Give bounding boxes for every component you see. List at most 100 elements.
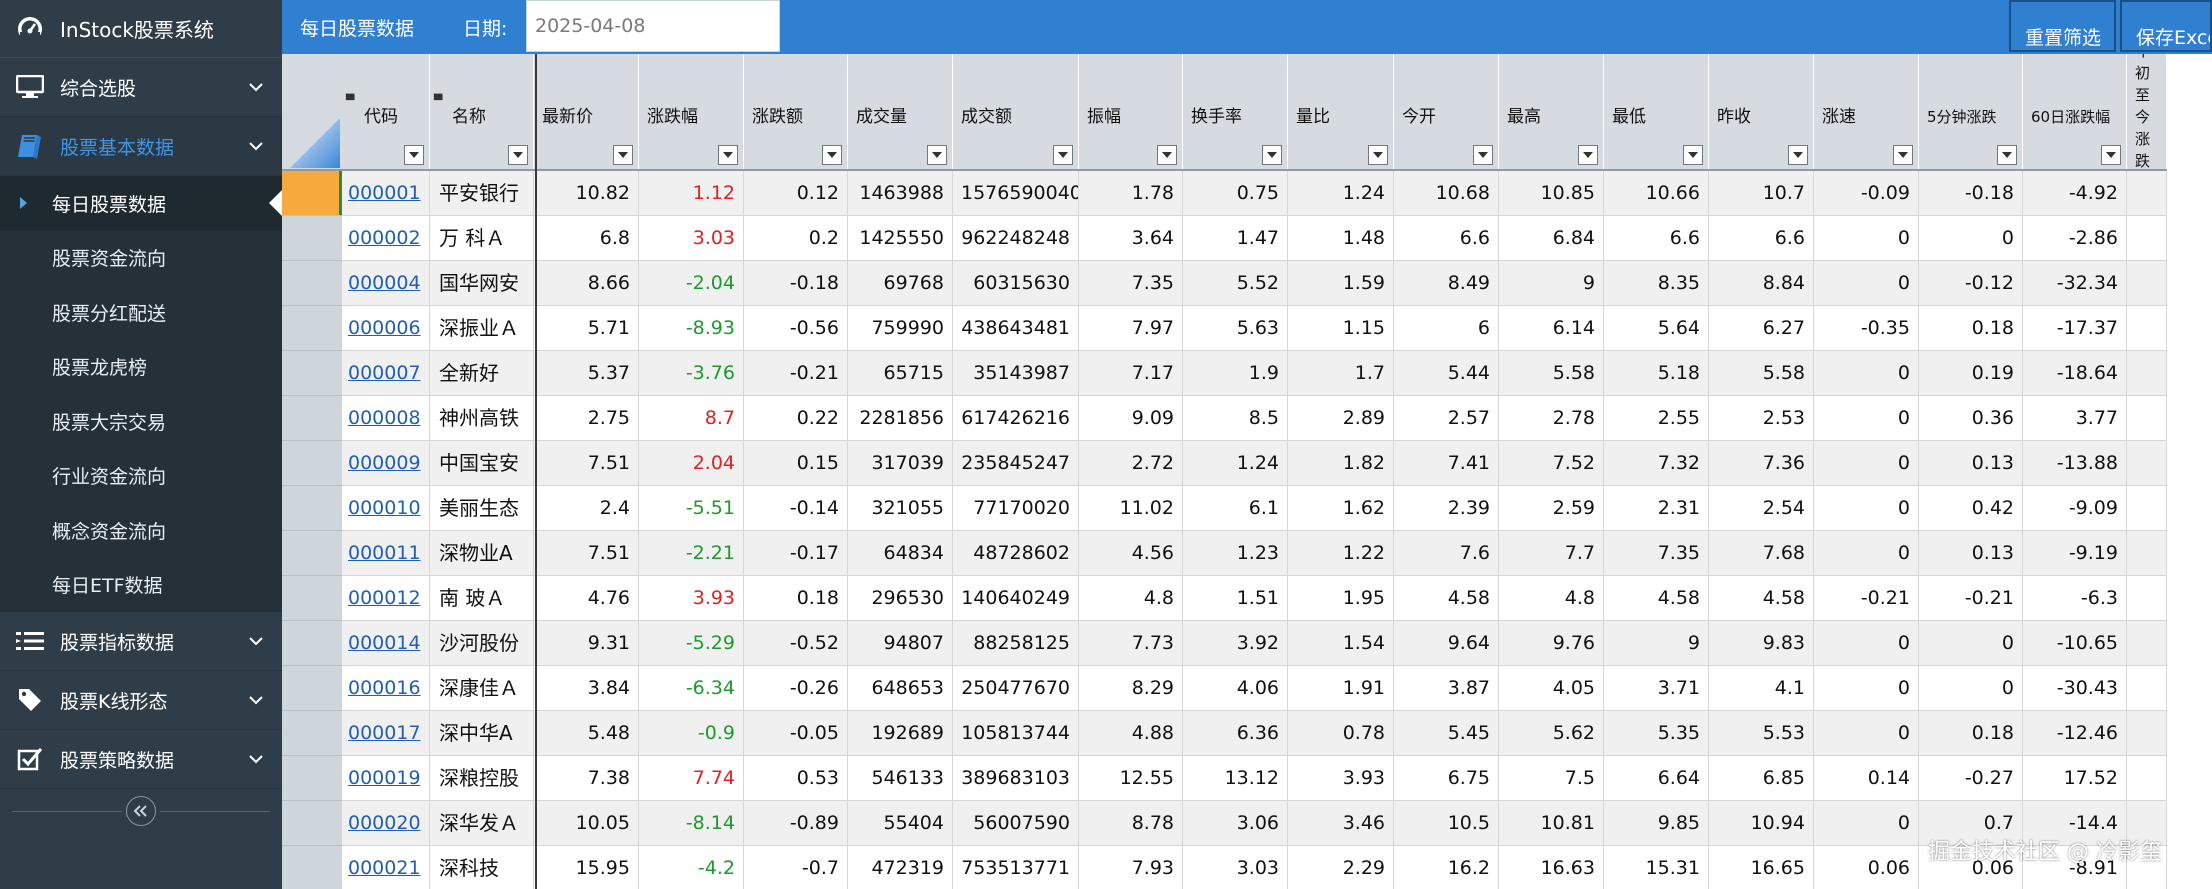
stock-code-link[interactable]: 000001 — [342, 171, 430, 216]
column-header[interactable]: ▀ 名称 — [430, 54, 534, 169]
table-row[interactable]: 000010 美丽生态 2.4 -5.51 -0.14 321055 77170020 11.… — [342, 486, 2167, 531]
column-header[interactable]: ▀ 代码 — [342, 54, 430, 169]
sidebar-item-indicators[interactable]: 股票指标数据 — [0, 612, 282, 671]
table-row[interactable]: 000004 国华网安 8.66 -2.04 -0.18 69768 60315630 7.3… — [342, 261, 2167, 306]
row-header[interactable] — [282, 306, 342, 351]
sidebar-subitem-concept-flow[interactable]: 概念资金流向 — [0, 503, 282, 558]
stock-code-link[interactable]: 000016 — [342, 666, 430, 711]
app-brand[interactable]: InStock股票系统 — [0, 0, 282, 58]
filter-dropdown-icon[interactable] — [1262, 145, 1282, 165]
filter-dropdown-icon[interactable] — [822, 145, 842, 165]
sidebar-subitem-fund-flow[interactable]: 股票资金流向 — [0, 231, 282, 286]
stock-code-link[interactable]: 000008 — [342, 396, 430, 441]
row-header[interactable] — [282, 396, 342, 441]
stock-code-link[interactable]: 000004 — [342, 261, 430, 306]
filter-dropdown-icon[interactable] — [1683, 145, 1703, 165]
stock-code-link[interactable]: 000011 — [342, 531, 430, 576]
filter-dropdown-icon[interactable] — [1368, 145, 1388, 165]
column-header[interactable]: 今开 — [1394, 54, 1499, 169]
table-row[interactable]: 000001 平安银行 10.82 1.12 0.12 1463988 1576590040… — [342, 171, 2167, 216]
filter-dropdown-icon[interactable] — [1893, 145, 1913, 165]
sidebar-item-kline[interactable]: 股票K线形态 — [0, 671, 282, 730]
filter-dropdown-icon[interactable] — [1157, 145, 1177, 165]
sidebar-item-basic-data[interactable]: 股票基本数据 — [0, 117, 282, 176]
column-header[interactable]: 涨速 — [1814, 54, 1919, 169]
column-header[interactable]: 换手率 — [1183, 54, 1288, 169]
row-header[interactable] — [282, 486, 342, 531]
filter-dropdown-icon[interactable] — [718, 145, 738, 165]
sidebar-item-strategy[interactable]: 股票策略数据 — [0, 730, 282, 789]
stock-code-link[interactable]: 000009 — [342, 441, 430, 486]
column-header[interactable]: 成交量 — [848, 54, 953, 169]
row-header[interactable] — [282, 756, 342, 801]
row-header[interactable] — [282, 801, 342, 846]
column-header[interactable]: 涨跌幅 — [639, 54, 744, 169]
grid-corner[interactable] — [282, 54, 342, 171]
row-header[interactable] — [282, 711, 342, 756]
column-header[interactable]: 最低 — [1604, 54, 1709, 169]
table-row[interactable]: 000012 南 玻Ａ 4.76 3.93 0.18 296530 140640249 4.8… — [342, 576, 2167, 621]
stock-code-link[interactable]: 000010 — [342, 486, 430, 531]
table-row[interactable]: 000002 万 科Ａ 6.8 3.03 0.2 1425550 962248248 3.64… — [342, 216, 2167, 261]
table-row[interactable]: 000014 沙河股份 9.31 -5.29 -0.52 94807 88258125 7.7… — [342, 621, 2167, 666]
sidebar-subitem-block-trade[interactable]: 股票大宗交易 — [0, 394, 282, 449]
sidebar-subitem-dividend[interactable]: 股票分红配送 — [0, 285, 282, 340]
table-row[interactable]: 000021 深科技 15.95 -4.2 -0.7 472319 753513771 7.9… — [342, 846, 2167, 889]
filter-dropdown-icon[interactable] — [508, 145, 528, 165]
row-header[interactable] — [282, 846, 342, 889]
row-header[interactable] — [282, 216, 342, 261]
sidebar-subitem-industry-flow[interactable]: 行业资金流向 — [0, 449, 282, 504]
column-header[interactable]: 涨跌额 — [744, 54, 848, 169]
table-row[interactable]: 000019 深粮控股 7.38 7.74 0.53 546133 389683103 12.… — [342, 756, 2167, 801]
column-header[interactable]: 量比 — [1288, 54, 1394, 169]
filter-dropdown-icon[interactable] — [927, 145, 947, 165]
column-header[interactable]: 昨收 — [1709, 54, 1814, 169]
table-row[interactable]: 000006 深振业Ａ 5.71 -8.93 -0.56 759990 438643481 7… — [342, 306, 2167, 351]
table-row[interactable]: 000017 深中华A 5.48 -0.9 -0.05 192689 105813744 4.… — [342, 711, 2167, 756]
column-header[interactable]: 5分钟涨跌 — [1919, 54, 2023, 169]
row-header[interactable] — [282, 261, 342, 306]
stock-code-link[interactable]: 000014 — [342, 621, 430, 666]
sidebar-item-screening[interactable]: 综合选股 — [0, 58, 282, 117]
filter-dropdown-icon[interactable] — [1578, 145, 1598, 165]
column-header[interactable]: 60日涨跌幅 — [2023, 54, 2127, 169]
table-row[interactable]: 000008 神州高铁 2.75 8.7 0.22 2281856 617426216 9.0… — [342, 396, 2167, 441]
column-header[interactable]: 最新价 — [534, 54, 639, 169]
table-row[interactable]: 000011 深物业A 7.51 -2.21 -0.17 64834 48728602 4.5… — [342, 531, 2167, 576]
filter-dropdown-icon[interactable] — [1053, 145, 1073, 165]
table-row[interactable]: 000020 深华发Ａ 10.05 -8.14 -0.89 55404 56007590 8.… — [342, 801, 2167, 846]
save-excel-button[interactable]: 保存Excel — [2120, 0, 2212, 52]
reset-filter-button[interactable]: 重置筛选 — [2009, 0, 2116, 52]
table-row[interactable]: 000016 深康佳Ａ 3.84 -6.34 -0.26 648653 250477670 8… — [342, 666, 2167, 711]
sidebar-subitem-etf[interactable]: 每日ETF数据 — [0, 558, 282, 613]
sidebar-collapse-button[interactable] — [126, 796, 156, 826]
sidebar-subitem-dragon-tiger[interactable]: 股票龙虎榜 — [0, 340, 282, 395]
stock-code-link[interactable]: 000021 — [342, 846, 430, 889]
row-header[interactable] — [282, 666, 342, 711]
stock-code-link[interactable]: 000007 — [342, 351, 430, 396]
date-input[interactable] — [526, 0, 780, 52]
filter-dropdown-icon[interactable] — [1473, 145, 1493, 165]
sidebar-subitem-daily-stock[interactable]: 每日股票数据 — [0, 176, 282, 231]
stock-code-link[interactable]: 000012 — [342, 576, 430, 621]
row-header[interactable] — [282, 171, 342, 216]
column-header[interactable]: 最高 — [1499, 54, 1604, 169]
stock-code-link[interactable]: 000006 — [342, 306, 430, 351]
row-header[interactable] — [282, 531, 342, 576]
filter-dropdown-icon[interactable] — [1997, 145, 2017, 165]
filter-dropdown-icon[interactable] — [2101, 145, 2121, 165]
stock-code-link[interactable]: 000017 — [342, 711, 430, 756]
row-header[interactable] — [282, 576, 342, 621]
row-header[interactable] — [282, 351, 342, 396]
column-header[interactable]: 成交额 — [953, 54, 1079, 169]
stock-code-link[interactable]: 000020 — [342, 801, 430, 846]
stock-code-link[interactable]: 000019 — [342, 756, 430, 801]
column-header[interactable]: 振幅 — [1079, 54, 1183, 169]
filter-dropdown-icon[interactable] — [404, 145, 424, 165]
filter-dropdown-icon[interactable] — [613, 145, 633, 165]
stock-code-link[interactable]: 000002 — [342, 216, 430, 261]
row-header[interactable] — [282, 441, 342, 486]
row-header[interactable] — [282, 621, 342, 666]
table-row[interactable]: 000009 中国宝安 7.51 2.04 0.15 317039 235845247 2.7… — [342, 441, 2167, 486]
filter-dropdown-icon[interactable] — [1788, 145, 1808, 165]
